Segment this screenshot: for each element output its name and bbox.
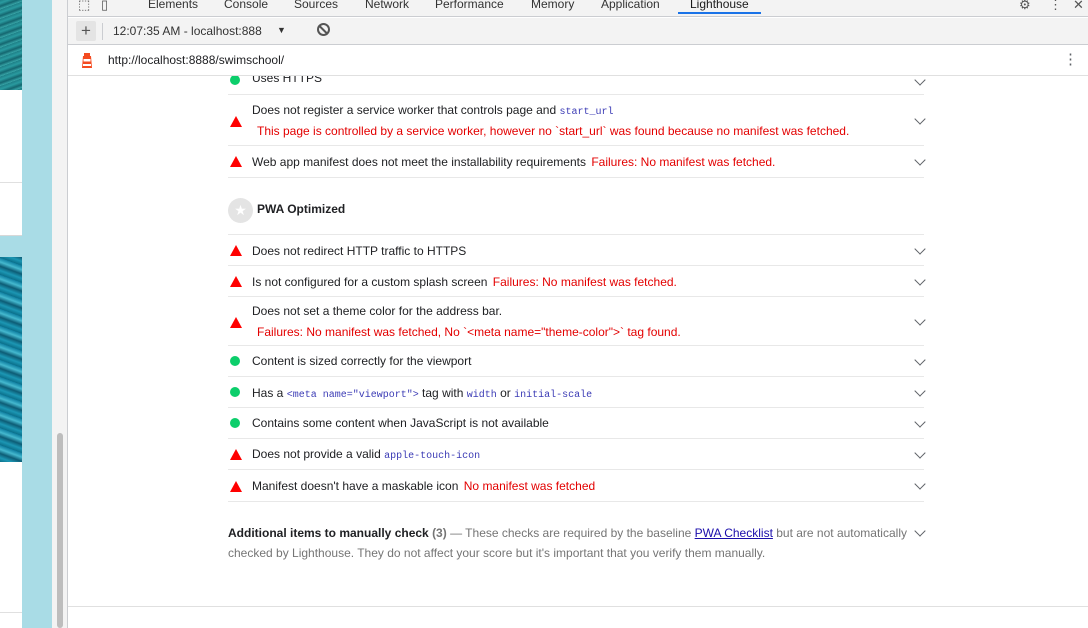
fail-icon [230, 116, 242, 127]
device-toolbar-icon[interactable]: ▯ [101, 0, 108, 13]
audit-redirects-http[interactable]: Does not redirect HTTP traffic to HTTPS [228, 234, 926, 266]
group-header-pwa-optimized: ★ PWA Optimized [228, 198, 924, 232]
audit-title: Contains some content when JavaScript is… [252, 416, 549, 430]
tab-lighthouse[interactable]: Lighthouse [678, 0, 761, 14]
pass-icon [230, 387, 240, 397]
chevron-down-icon[interactable] [914, 243, 926, 255]
lighthouse-report: Uses HTTPS Does not register a service w… [68, 76, 1088, 628]
page-scrollbar[interactable] [57, 433, 63, 628]
devtools-resize-bar[interactable] [52, 0, 68, 628]
audit-maskable-icon[interactable]: Manifest doesn't have a maskable icon No… [228, 470, 926, 502]
clear-all-icon[interactable] [317, 23, 330, 36]
pass-icon [230, 356, 240, 366]
audit-without-javascript[interactable]: Contains some content when JavaScript is… [228, 408, 926, 439]
chevron-down-icon[interactable] [914, 385, 926, 397]
devtools-panel: ⬚ ▯ Elements Console Sources Network Per… [52, 0, 1088, 628]
audit-explanation: This page is controlled by a service wor… [257, 124, 850, 138]
tab-network[interactable]: Network [365, 0, 409, 11]
audit-viewport[interactable]: Has a <meta name="viewport"> tag with wi… [228, 377, 926, 408]
audit-title: Does not register a service worker that … [252, 103, 614, 118]
caret-down-icon[interactable]: ▼ [277, 25, 286, 35]
chevron-down-icon[interactable] [914, 154, 926, 166]
audit-title: Does not provide a valid apple-touch-ico… [252, 447, 481, 462]
more-options-icon[interactable]: ⋮ [1049, 0, 1062, 13]
audit-title: Has a <meta name="viewport"> tag with wi… [252, 386, 593, 401]
page-image-swimmer [0, 257, 22, 462]
audit-title: Content is sized correctly for the viewp… [252, 354, 472, 368]
lighthouse-toolbar: + 12:07:35 AM - localhost:888 ▼ [68, 18, 1088, 45]
chevron-down-icon[interactable] [914, 525, 926, 537]
chevron-down-icon[interactable] [914, 447, 926, 459]
close-devtools-icon[interactable]: ✕ [1073, 0, 1084, 13]
chevron-down-icon[interactable] [914, 314, 926, 326]
audit-title: Manifest doesn't have a maskable icon No… [252, 479, 596, 493]
audit-title: Is not configured for a custom splash sc… [252, 275, 677, 289]
audit-title: Web app manifest does not meet the insta… [252, 155, 776, 169]
page-card [0, 462, 22, 628]
report-url-bar: http://localhost:8888/swimschool/ ⋮ [68, 45, 1088, 76]
chevron-down-icon[interactable] [914, 274, 926, 286]
new-report-button[interactable]: + [76, 21, 96, 41]
tab-elements[interactable]: Elements [148, 0, 198, 11]
tab-sources[interactable]: Sources [294, 0, 338, 11]
pwa-checklist-link[interactable]: PWA Checklist [695, 526, 773, 540]
audit-explanation: Failures: No manifest was fetched, No `<… [257, 325, 681, 339]
settings-gear-icon[interactable]: ⚙ [1019, 0, 1031, 13]
fail-icon [230, 156, 242, 167]
chevron-down-icon[interactable] [914, 76, 926, 86]
report-menu-icon[interactable]: ⋮ [1063, 52, 1078, 67]
audit-installable-manifest[interactable]: Web app manifest does not meet the insta… [228, 146, 926, 178]
manual-checks-group[interactable]: Additional items to manually check (3) —… [228, 523, 928, 563]
manual-checks-count: (3) [432, 526, 447, 540]
pass-icon [230, 76, 240, 85]
page-card [0, 90, 22, 236]
audit-title: Uses HTTPS [252, 76, 323, 85]
tab-application[interactable]: Application [601, 0, 660, 11]
tab-performance[interactable]: Performance [435, 0, 504, 11]
divider [68, 606, 1088, 607]
chevron-down-icon[interactable] [914, 354, 926, 366]
pass-icon [230, 418, 240, 428]
chevron-down-icon[interactable] [914, 416, 926, 428]
fail-icon [230, 317, 242, 328]
fail-icon [230, 481, 242, 492]
fail-icon [230, 449, 242, 460]
report-select[interactable]: 12:07:35 AM - localhost:888 [113, 24, 285, 38]
chevron-down-icon[interactable] [914, 478, 926, 490]
devtools-tabbar: ⬚ ▯ Elements Console Sources Network Per… [68, 0, 1088, 17]
page-image-ocean [0, 0, 22, 90]
inspect-element-icon[interactable]: ⬚ [78, 0, 90, 13]
tab-console[interactable]: Console [224, 0, 268, 11]
web-page-viewport [0, 0, 52, 628]
audit-themed-omnibox[interactable]: Does not set a theme color for the addre… [228, 297, 926, 346]
audit-title: Does not set a theme color for the addre… [252, 304, 503, 318]
fail-icon [230, 276, 242, 287]
report-url[interactable]: http://localhost:8888/swimschool/ [108, 53, 284, 67]
fail-icon [230, 245, 242, 256]
divider [102, 23, 103, 40]
lighthouse-logo-icon [82, 53, 92, 68]
audit-splash-screen[interactable]: Is not configured for a custom splash sc… [228, 266, 926, 297]
divider [0, 182, 22, 183]
divider [0, 612, 22, 613]
chevron-down-icon[interactable] [914, 113, 926, 125]
audit-service-worker[interactable]: Does not register a service worker that … [228, 95, 926, 146]
audit-title: Does not redirect HTTP traffic to HTTPS [252, 244, 467, 258]
audit-uses-https[interactable]: Uses HTTPS [228, 76, 926, 95]
group-title: PWA Optimized [257, 202, 346, 216]
audit-apple-touch-icon[interactable]: Does not provide a valid apple-touch-ico… [228, 439, 926, 470]
manual-checks-desc: — These checks are required by the basel… [446, 526, 695, 540]
star-icon: ★ [228, 198, 253, 223]
tab-memory[interactable]: Memory [531, 0, 574, 11]
audit-content-width[interactable]: Content is sized correctly for the viewp… [228, 346, 926, 377]
manual-checks-title: Additional items to manually check [228, 526, 429, 540]
